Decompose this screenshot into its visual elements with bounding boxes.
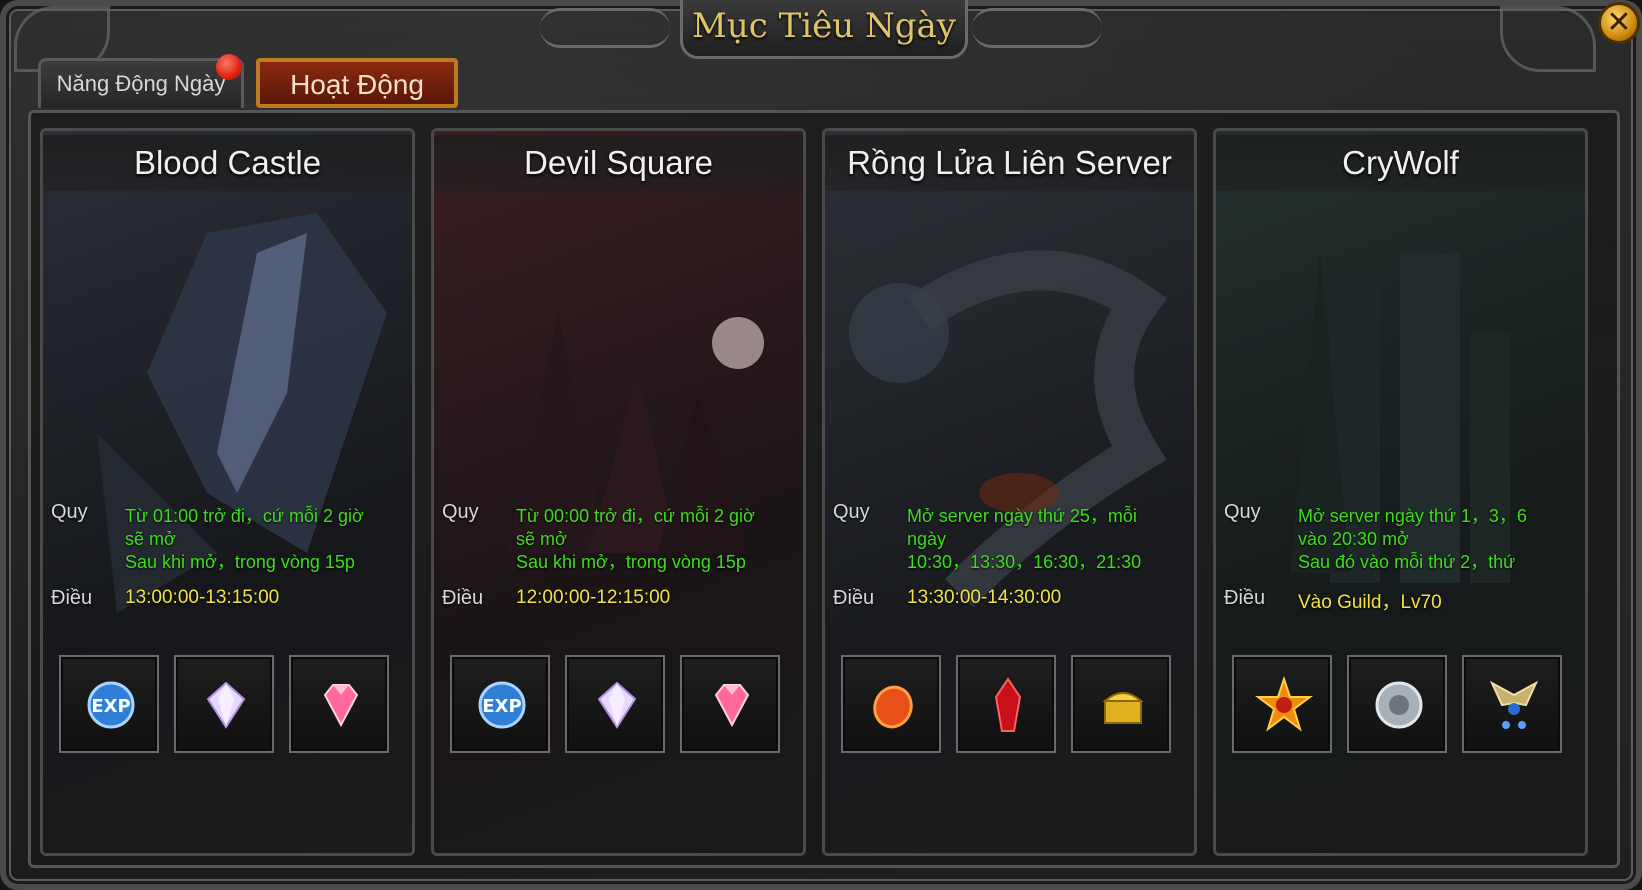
reward-slot[interactable] xyxy=(841,655,941,753)
event-title: Rồng Lửa Liên Server xyxy=(825,135,1194,191)
condition-value: 13:00:00-13:15:00 xyxy=(125,587,280,608)
silver-medal-icon xyxy=(1375,681,1423,729)
event-title: Devil Square xyxy=(434,135,803,191)
reward-slot[interactable] xyxy=(1232,655,1332,753)
fire-orb-icon xyxy=(873,685,913,729)
rule-text: Từ 01:00 trở đi，cứ mỗi 2 giờ sẽ mở Sau k… xyxy=(125,506,364,572)
gold-chest-icon xyxy=(1102,692,1144,724)
pink-gem-icon xyxy=(714,684,750,728)
rule-text: Mở server ngày thứ 1，3，6 vào 20:30 mở Sa… xyxy=(1298,506,1527,572)
condition-label: Điều xyxy=(1224,587,1266,609)
condition-label: Điều xyxy=(51,587,93,609)
white-gem-icon xyxy=(206,681,246,729)
rule-label: Quy xyxy=(51,501,88,523)
reward-slot[interactable] xyxy=(680,655,780,753)
condition-value: Vào Guild，Lv70 xyxy=(1298,592,1442,613)
sun-medal-icon xyxy=(1255,675,1313,732)
rule-text: Mở server ngày thứ 25，mỗi ngày 10:30，13:… xyxy=(907,506,1142,572)
reward-slot[interactable] xyxy=(1347,655,1447,753)
reward-slot[interactable] xyxy=(289,655,389,753)
condition-value: 13:30:00-14:30:00 xyxy=(907,587,1062,608)
event-title: CryWolf xyxy=(1216,135,1585,191)
rule-label: Quy xyxy=(1224,501,1261,523)
corner-ornament xyxy=(1500,6,1596,72)
event-title: Blood Castle xyxy=(43,135,412,191)
event-card-fire-dragon[interactable]: Rồng Lửa Liên Server Quy Mở server ngày … xyxy=(822,128,1197,856)
condition-label: Điều xyxy=(833,587,875,609)
exp-orb-icon: EXP xyxy=(478,681,526,729)
reward-slot[interactable]: EXP xyxy=(450,655,550,753)
svg-text:EXP: EXP xyxy=(482,696,521,717)
title-ornament-left xyxy=(540,8,670,48)
reward-slot[interactable] xyxy=(565,655,665,753)
notification-badge xyxy=(216,54,242,80)
rule-label: Quy xyxy=(442,501,479,523)
window-title: Mục Tiêu Ngày xyxy=(680,0,968,59)
rule-text: Từ 00:00 trở đi，cứ mỗi 2 giờ sẽ mở Sau k… xyxy=(516,506,755,572)
title-ornament-right xyxy=(972,8,1102,48)
red-crystal-icon xyxy=(994,677,1022,732)
event-card-crywolf[interactable]: CryWolf Quy Mở server ngày thứ 1，3，6 vào… xyxy=(1213,128,1588,856)
reward-slot[interactable] xyxy=(1071,655,1171,753)
reward-slot[interactable] xyxy=(956,655,1056,753)
condition-label: Điều xyxy=(442,587,484,609)
winged-emblem-icon xyxy=(1489,680,1539,729)
reward-slot[interactable] xyxy=(1462,655,1562,753)
event-card-devil-square[interactable]: Devil Square Quy Từ 00:00 trở đi，cứ mỗi … xyxy=(431,128,806,856)
white-gem-icon xyxy=(597,681,637,729)
pink-gem-icon xyxy=(323,684,359,728)
rule-label: Quy xyxy=(833,501,870,523)
reward-slot[interactable] xyxy=(174,655,274,753)
exp-orb-icon: EXP xyxy=(87,681,135,729)
close-icon: ✕ xyxy=(1606,5,1632,40)
close-button[interactable]: ✕ xyxy=(1598,2,1640,44)
tab-events[interactable]: Hoạt Động xyxy=(256,58,458,108)
event-card-blood-castle[interactable]: Blood Castle Quy Từ 01:00 trở đi，cứ mỗi … xyxy=(40,128,415,856)
condition-value: 12:00:00-12:15:00 xyxy=(516,587,671,608)
svg-text:EXP: EXP xyxy=(91,696,130,717)
reward-slot[interactable]: EXP xyxy=(59,655,159,753)
tab-daily-activity[interactable]: Năng Động Ngày xyxy=(38,58,244,108)
